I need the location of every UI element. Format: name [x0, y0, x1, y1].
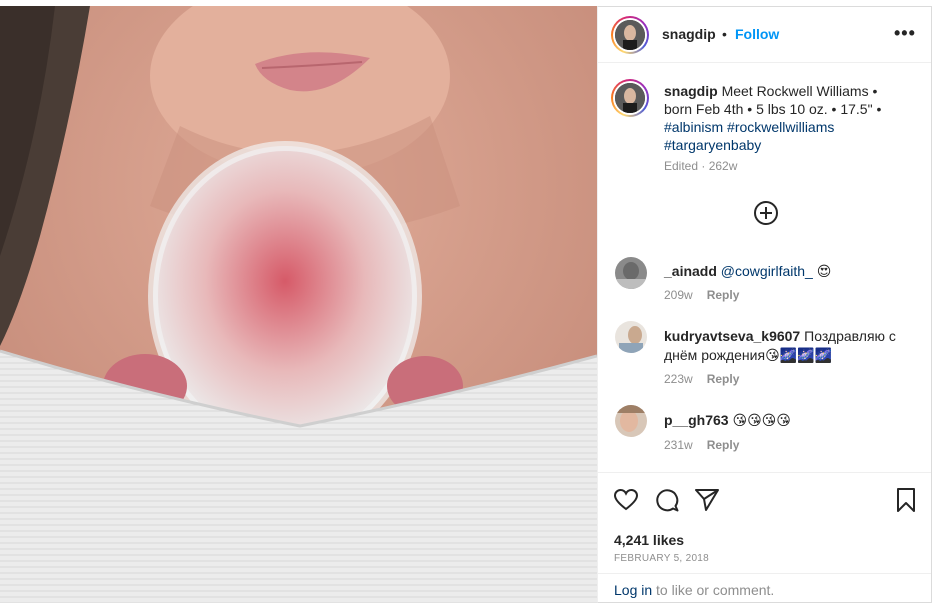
- post-date[interactable]: FEBRUARY 5, 2018: [614, 553, 709, 564]
- comment-text: kudryavtseva_k9607 Поздравляю с днём рож…: [664, 327, 919, 365]
- comment-age: 223w: [664, 372, 693, 386]
- reply-button[interactable]: Reply: [707, 288, 740, 302]
- follow-button[interactable]: Follow: [735, 26, 779, 42]
- caption-meta: Edited · 262w: [664, 159, 738, 173]
- comment-meta: 209w Reply: [664, 288, 739, 302]
- commenter-avatar[interactable]: [615, 321, 647, 353]
- login-prompt: Log in to like or comment.: [598, 573, 931, 605]
- comment-meta: 223w Reply: [664, 372, 739, 386]
- commenter-username[interactable]: _ainadd: [664, 263, 717, 279]
- caption-avatar[interactable]: [611, 79, 649, 117]
- login-prompt-text: to like or comment.: [652, 582, 775, 598]
- post-actions: 4,241 likes FEBRUARY 5, 2018 Log in to l…: [598, 472, 931, 604]
- commenter-avatar[interactable]: [615, 405, 647, 437]
- comment-emoji: 😘🌌🌌🌌: [765, 347, 832, 363]
- post-side-panel: snagdip • Follow ••• snagdip Meet Rockwe…: [597, 6, 932, 603]
- instagram-post: snagdip • Follow ••• snagdip Meet Rockwe…: [0, 0, 936, 606]
- header-separator: •: [722, 26, 727, 42]
- post-header: snagdip • Follow •••: [598, 7, 931, 63]
- reply-button[interactable]: Reply: [707, 438, 740, 452]
- hashtag-link[interactable]: #targaryenbaby: [664, 137, 761, 153]
- commenter-username[interactable]: kudryavtseva_k9607: [664, 328, 800, 344]
- commenter-username[interactable]: p__gh763: [664, 412, 729, 428]
- more-options-icon[interactable]: •••: [894, 23, 916, 43]
- bookmark-icon[interactable]: [893, 487, 919, 513]
- comment-age: 231w: [664, 438, 693, 452]
- post-photo[interactable]: [0, 6, 597, 603]
- comment-emoji: 😍: [816, 263, 832, 279]
- comment-emoji: 😘😘😘😘: [732, 412, 791, 428]
- reply-button[interactable]: Reply: [707, 372, 740, 386]
- comment-age: 209w: [664, 288, 693, 302]
- comment-meta: 231w Reply: [664, 438, 739, 452]
- comment-mention[interactable]: @cowgirlfaith_: [721, 263, 813, 279]
- heart-icon[interactable]: [613, 487, 639, 513]
- caption-username[interactable]: snagdip: [664, 83, 718, 99]
- author-username[interactable]: snagdip: [662, 26, 716, 42]
- login-link[interactable]: Log in: [614, 582, 652, 598]
- plus-circle-icon[interactable]: [753, 200, 779, 226]
- hashtag-link[interactable]: #rockwellwilliams: [727, 119, 834, 135]
- comment-text: p__gh763 😘😘😘😘: [664, 411, 919, 430]
- hashtag-link[interactable]: #albinism: [664, 119, 723, 135]
- comment-text: _ainadd @cowgirlfaith_ 😍: [664, 262, 919, 281]
- caption-line-1: Meet Rockwell Williams •: [721, 83, 878, 99]
- caption-text: snagdip Meet Rockwell Williams • born Fe…: [664, 82, 922, 154]
- newborn-photo-illustration: [0, 6, 597, 603]
- likes-count[interactable]: 4,241 likes: [614, 532, 684, 548]
- commenter-avatar[interactable]: [615, 257, 647, 289]
- comment-icon[interactable]: [654, 487, 680, 513]
- send-icon[interactable]: [694, 487, 720, 513]
- caption-line-2: born Feb 4th • 5 lbs 10 oz. • 17.5" •: [664, 101, 882, 117]
- author-avatar[interactable]: [611, 16, 649, 54]
